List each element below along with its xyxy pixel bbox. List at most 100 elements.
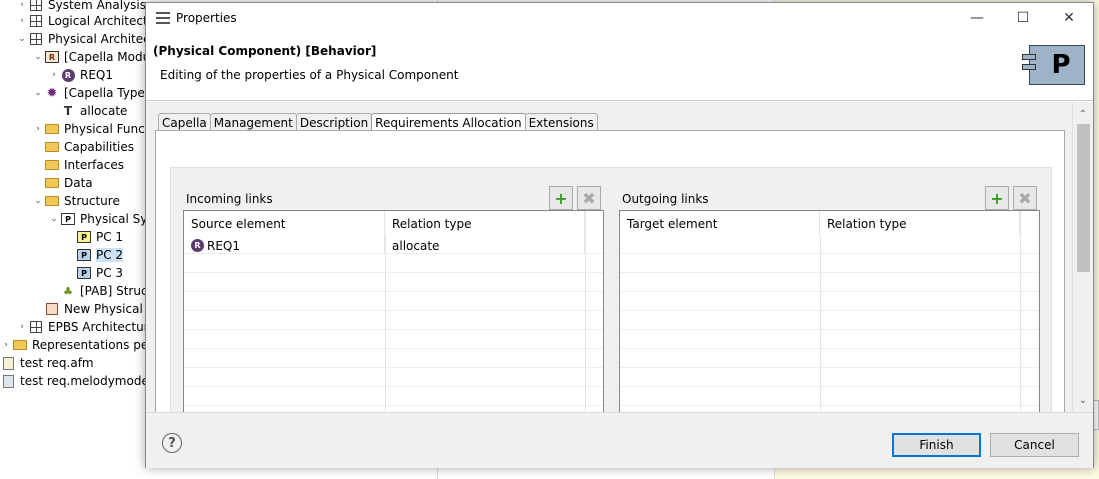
tree-item-pab-diagram[interactable]: ♣ [PAB] Struct bbox=[48, 282, 152, 300]
tree-item-new-physical[interactable]: New Physical C bbox=[32, 300, 155, 318]
physical-component-icon: P bbox=[76, 248, 92, 262]
tab-description[interactable]: Description bbox=[295, 113, 373, 131]
tree-item-pc3[interactable]: P PC 3 bbox=[64, 264, 123, 282]
tree-item-pc2[interactable]: P PC 2 bbox=[64, 246, 124, 264]
empty-row bbox=[184, 254, 603, 273]
empty-row bbox=[620, 349, 1039, 368]
links-group: Incoming links + ✖ Source element Relati… bbox=[170, 167, 1052, 412]
diagram-icon: ♣ bbox=[63, 284, 73, 298]
empty-row bbox=[620, 235, 1039, 254]
help-icon: ? bbox=[168, 435, 176, 451]
tree-item-physical-system[interactable]: ⌄ P Physical Syst bbox=[48, 210, 158, 228]
tree-item-interfaces[interactable]: Interfaces bbox=[32, 156, 124, 174]
collapse-icon[interactable]: ⌄ bbox=[32, 88, 44, 98]
help-button[interactable]: ? bbox=[162, 433, 182, 453]
add-incoming-link-button[interactable]: + bbox=[549, 186, 573, 210]
collapse-icon[interactable]: ⌄ bbox=[32, 52, 44, 62]
physical-component-icon: P bbox=[76, 266, 92, 280]
expand-icon[interactable]: › bbox=[16, 322, 28, 332]
dialog-footer: ? Finish Cancel bbox=[146, 412, 1093, 468]
collapse-icon[interactable]: ⌄ bbox=[32, 196, 44, 206]
file-icon bbox=[0, 356, 16, 370]
tree-item-data[interactable]: Data bbox=[32, 174, 93, 192]
scroll-down-icon[interactable]: ⌄ bbox=[1073, 392, 1093, 409]
remove-incoming-link-button[interactable]: ✖ bbox=[577, 186, 601, 210]
tree-item-capabilities[interactable]: Capabilities bbox=[32, 138, 134, 156]
tab-capella[interactable]: Capella bbox=[158, 113, 211, 131]
tree-item-test-req-afm[interactable]: test req.afm bbox=[0, 354, 94, 372]
plus-icon: + bbox=[554, 188, 568, 208]
tab-management[interactable]: Management bbox=[209, 113, 297, 131]
dialog-header: (Physical Component) [Behavior] Editing … bbox=[146, 33, 1093, 101]
properties-dialog: Properties — ☐ ✕ (Physical Component) [B… bbox=[145, 2, 1094, 468]
grid-icon bbox=[28, 32, 44, 46]
tree-item-structure[interactable]: ⌄ Structure bbox=[32, 192, 120, 210]
maximize-button[interactable]: ☐ bbox=[1000, 3, 1046, 33]
incoming-links-label: Incoming links bbox=[186, 192, 273, 206]
scroll-up-icon[interactable]: ⌃ bbox=[1073, 106, 1093, 123]
collapse-icon[interactable]: ⌄ bbox=[16, 34, 28, 44]
header-title: (Physical Component) [Behavior] bbox=[153, 44, 377, 58]
close-button[interactable]: ✕ bbox=[1046, 3, 1092, 33]
tree-item-capella-types[interactable]: ⌄ ✹ [Capella Types bbox=[32, 84, 151, 102]
expand-icon[interactable]: › bbox=[16, 0, 28, 10]
minimize-button[interactable]: — bbox=[954, 3, 1000, 33]
folder-icon bbox=[44, 122, 60, 136]
column-header-target-element[interactable]: Target element bbox=[620, 211, 820, 235]
requirement-icon: R bbox=[191, 239, 204, 252]
folder-icon bbox=[44, 158, 60, 172]
column-header-source-element[interactable]: Source element bbox=[184, 211, 385, 235]
component-letter: P bbox=[1051, 50, 1071, 80]
empty-row bbox=[620, 387, 1039, 406]
scrollbar-thumb[interactable] bbox=[1077, 124, 1090, 272]
empty-row bbox=[184, 368, 603, 387]
type-icon: T bbox=[63, 104, 73, 118]
tree-item-allocate[interactable]: Tallocate bbox=[48, 102, 128, 120]
header-subtitle: Editing of the properties of a Physical … bbox=[160, 68, 459, 82]
physical-component-icon: P bbox=[76, 230, 92, 244]
expand-icon[interactable]: › bbox=[16, 16, 28, 26]
vertical-scrollbar[interactable]: ⌃ ⌄ bbox=[1072, 102, 1093, 412]
expand-icon[interactable]: › bbox=[48, 70, 60, 80]
collapse-icon[interactable]: ⌄ bbox=[48, 214, 60, 224]
folder-icon bbox=[12, 338, 28, 352]
dialog-content: Capella Management Description Requireme… bbox=[146, 102, 1093, 412]
table-row[interactable]: R REQ1 allocate bbox=[184, 235, 603, 254]
empty-row bbox=[620, 292, 1039, 311]
empty-row bbox=[184, 330, 603, 349]
expand-icon[interactable]: › bbox=[32, 124, 44, 134]
screen: { "tree": { "items": [ {"label": "System… bbox=[0, 0, 1099, 479]
outgoing-links-table[interactable]: Target element Relation type bbox=[619, 210, 1040, 412]
column-header-relation-type[interactable]: Relation type bbox=[820, 211, 1020, 235]
tree-item-req1[interactable]: › R REQ1 bbox=[48, 66, 113, 84]
empty-row bbox=[620, 311, 1039, 330]
tree-item-logical-architecture[interactable]: › Logical Architectu bbox=[16, 12, 155, 30]
finish-button[interactable]: Finish bbox=[892, 433, 981, 457]
incoming-links-table[interactable]: Source element Relation type R REQ1 allo… bbox=[183, 210, 604, 412]
empty-row bbox=[184, 349, 603, 368]
empty-row bbox=[184, 292, 603, 311]
column-header-relation-type[interactable]: Relation type bbox=[385, 211, 585, 235]
remove-outgoing-link-button[interactable]: ✖ bbox=[1013, 186, 1037, 210]
relation-type-cell: allocate bbox=[385, 235, 585, 254]
add-outgoing-link-button[interactable]: + bbox=[985, 186, 1009, 210]
cancel-button[interactable]: Cancel bbox=[990, 433, 1079, 457]
tab-bar: Capella Management Description Requireme… bbox=[158, 113, 598, 132]
folder-icon bbox=[44, 176, 60, 190]
tree-item-test-req-melodymodeller[interactable]: test req.melodymodeller bbox=[0, 372, 168, 390]
tree-item-physical-functions[interactable]: › Physical Functi bbox=[32, 120, 153, 138]
file-icon bbox=[0, 374, 16, 388]
component-port-icon bbox=[1022, 54, 1036, 60]
grid-icon bbox=[28, 14, 44, 28]
tree-item-representations[interactable]: › Representations per c bbox=[0, 336, 163, 354]
tab-extensions[interactable]: Extensions bbox=[524, 113, 598, 131]
table-icon bbox=[44, 302, 60, 316]
expand-icon[interactable]: › bbox=[0, 340, 12, 350]
tree-item-epbs-architecture[interactable]: › EPBS Architecture bbox=[16, 318, 156, 336]
tree-item-capella-module[interactable]: ⌄ R [Capella Module bbox=[32, 48, 161, 66]
tree-item-pc1[interactable]: P PC 1 bbox=[64, 228, 123, 246]
tree-item-physical-architecture[interactable]: ⌄ Physical Architectu bbox=[16, 30, 162, 48]
project-explorer-tree[interactable]: › System Analysis › Logical Architectu ⌄ Ph… bbox=[0, 0, 168, 479]
dialog-titlebar[interactable]: Properties — ☐ ✕ bbox=[146, 3, 1093, 33]
folder-icon bbox=[44, 140, 60, 154]
